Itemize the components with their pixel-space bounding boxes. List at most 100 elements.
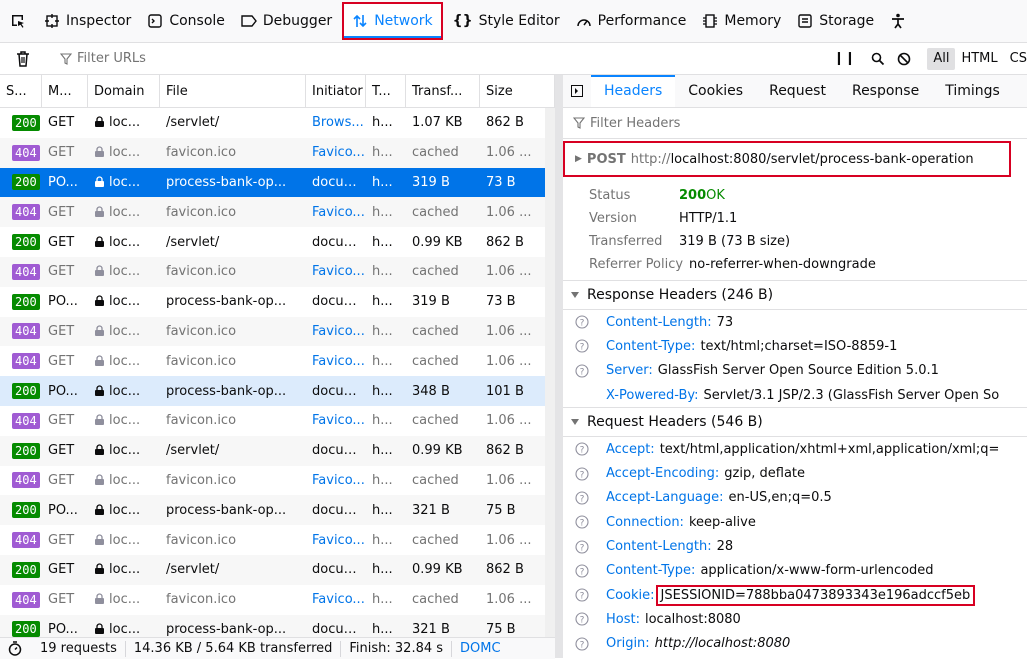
help-icon[interactable]: ? bbox=[575, 442, 589, 456]
filter-headers-input[interactable]: Filter Headers bbox=[563, 108, 1027, 139]
element-picker-button[interactable] bbox=[0, 0, 36, 42]
header-value: http://localhost:8080 bbox=[654, 636, 791, 652]
initiator-cell[interactable]: docum... bbox=[306, 503, 366, 518]
pause-icon[interactable]: ❙❙ bbox=[828, 48, 862, 70]
svg-text:?: ? bbox=[580, 640, 585, 650]
column-initiator[interactable]: Initiator bbox=[306, 75, 366, 107]
table-row[interactable]: 404 GET loc... favicon.ico Favico... h... cach… bbox=[0, 406, 555, 436]
block-icon[interactable] bbox=[891, 48, 917, 70]
tab-memory[interactable]: Memory bbox=[694, 0, 789, 42]
table-row[interactable]: 200 GET loc... /servlet/docum... h... 0.99 KB… bbox=[0, 227, 555, 257]
tab-style-editor[interactable]: {} Style Editor bbox=[445, 0, 568, 42]
lock-icon bbox=[94, 533, 109, 548]
size-cell: 1.06 ... bbox=[486, 413, 532, 429]
column-size[interactable]: Size bbox=[480, 75, 555, 107]
filter-type-css[interactable]: CS bbox=[1004, 48, 1027, 70]
tab-timings[interactable]: Timings bbox=[932, 75, 1013, 107]
initiator-cell[interactable]: Favico... bbox=[306, 205, 366, 220]
method-cell: GET bbox=[48, 234, 75, 250]
initiator-cell[interactable]: Favico... bbox=[306, 354, 366, 369]
tab-storage[interactable]: Storage bbox=[789, 0, 882, 42]
status-badge: 404 bbox=[0, 412, 42, 429]
column-file[interactable]: File bbox=[160, 75, 306, 107]
initiator-cell[interactable]: docum... bbox=[306, 622, 366, 637]
table-row[interactable]: 200 GET loc... /servlet/docum... h... 0.99 KB… bbox=[0, 554, 555, 585]
method-cell: PO... bbox=[48, 294, 78, 310]
table-row[interactable]: 200 PO... loc... process-bank-op... docum...… bbox=[0, 376, 555, 406]
filter-type-all[interactable]: All bbox=[927, 47, 956, 70]
panel-splitter[interactable] bbox=[555, 75, 563, 658]
divider bbox=[340, 640, 342, 657]
initiator-cell[interactable]: Favico... bbox=[306, 413, 366, 428]
table-row[interactable]: 404 GET loc... favicon.ico Favico... h... cach… bbox=[0, 137, 555, 168]
tab-performance[interactable]: Performance bbox=[568, 0, 695, 42]
help-icon[interactable]: ? bbox=[575, 612, 589, 626]
toggle-sidebar-icon[interactable] bbox=[563, 85, 591, 97]
help-icon[interactable]: ? bbox=[575, 467, 589, 481]
table-row[interactable]: 404 GET loc... favicon.ico Favico... h... cach… bbox=[0, 197, 555, 228]
tab-cookies[interactable]: Cookies bbox=[675, 75, 756, 107]
table-row[interactable]: 200 GET loc... /servlet/docum... h... 0.99 KB… bbox=[0, 435, 555, 466]
svg-text:?: ? bbox=[580, 494, 585, 504]
initiator-cell[interactable]: Brows... bbox=[306, 115, 366, 130]
table-row[interactable]: 404 GET loc... favicon.ico Favico... h... cach… bbox=[0, 256, 555, 287]
initiator-cell[interactable]: docum... bbox=[306, 443, 366, 458]
initiator-cell[interactable]: docum... bbox=[306, 294, 366, 309]
request-list-scrollbar[interactable] bbox=[545, 108, 555, 637]
status-badge: 404 bbox=[0, 353, 42, 370]
lock-icon bbox=[94, 324, 109, 339]
table-row[interactable]: 404 GET loc... favicon.ico Favico... h... cach… bbox=[0, 316, 555, 347]
search-icon[interactable] bbox=[865, 48, 891, 70]
column-status[interactable]: S... bbox=[0, 75, 42, 107]
initiator-cell[interactable]: Favico... bbox=[306, 592, 366, 607]
help-icon[interactable]: ? bbox=[575, 588, 589, 602]
initiator-cell[interactable]: Favico... bbox=[306, 324, 366, 339]
table-row[interactable]: 200 PO... loc... process-bank-op... docum...… bbox=[0, 167, 555, 198]
initiator-cell[interactable]: docum... bbox=[306, 235, 366, 250]
help-icon[interactable]: ? bbox=[575, 491, 589, 505]
help-icon[interactable]: ? bbox=[575, 364, 589, 378]
help-icon[interactable]: ? bbox=[575, 637, 589, 651]
table-row[interactable]: 200 PO... loc... process-bank-op... docum...… bbox=[0, 614, 555, 637]
filter-urls-input[interactable]: Filter URLs bbox=[60, 51, 146, 66]
help-icon[interactable]: ? bbox=[575, 539, 589, 554]
performance-analysis-icon[interactable] bbox=[8, 641, 22, 656]
initiator-cell[interactable]: docum... bbox=[306, 175, 366, 190]
tab-headers[interactable]: Headers bbox=[591, 75, 676, 107]
table-row[interactable]: 200 PO... loc... process-bank-op... docum...… bbox=[0, 287, 555, 317]
tab-accessibility[interactable] bbox=[882, 0, 920, 42]
tab-network[interactable]: Network bbox=[342, 2, 443, 40]
clear-button[interactable] bbox=[16, 50, 40, 67]
initiator-cell[interactable]: docum... bbox=[306, 562, 366, 577]
tab-request[interactable]: Request bbox=[756, 75, 839, 107]
tab-debugger[interactable]: Debugger bbox=[233, 0, 340, 42]
svg-text:?: ? bbox=[580, 367, 585, 377]
column-type[interactable]: T... bbox=[366, 75, 406, 107]
initiator-cell[interactable]: docum... bbox=[306, 384, 366, 399]
tab-console[interactable]: Console bbox=[139, 0, 233, 42]
table-row[interactable]: 404 GET loc... favicon.ico Favico... h... cach… bbox=[0, 466, 555, 496]
help-icon[interactable]: ? bbox=[575, 564, 589, 578]
tab-response[interactable]: Response bbox=[839, 75, 932, 107]
help-icon[interactable]: ? bbox=[575, 339, 589, 353]
request-headers-section[interactable]: Request Headers (546 B) bbox=[563, 408, 1027, 438]
help-icon[interactable]: ? bbox=[575, 315, 589, 329]
initiator-cell[interactable]: Favico... bbox=[306, 264, 366, 279]
help-icon[interactable]: ? bbox=[575, 515, 589, 529]
response-headers-section[interactable]: Response Headers (246 B) bbox=[563, 281, 1027, 310]
table-row[interactable]: 404 GET loc... favicon.ico Favico... h... cach… bbox=[0, 585, 555, 615]
table-row[interactable]: 200 PO... loc... process-bank-op... docum...… bbox=[0, 495, 555, 526]
initiator-cell[interactable]: Favico... bbox=[306, 473, 366, 488]
filter-type-html[interactable]: HTML bbox=[955, 48, 1003, 70]
column-transferred[interactable]: Transf... bbox=[406, 75, 480, 107]
file-cell: process-bank-op... bbox=[166, 294, 287, 310]
column-domain[interactable]: Domain bbox=[88, 75, 160, 107]
initiator-cell[interactable]: Favico... bbox=[306, 533, 366, 548]
tab-inspector[interactable]: Inspector bbox=[36, 0, 139, 42]
request-url-summary[interactable]: ▶ POST http:// localhost:8080/servlet/pr… bbox=[563, 141, 1011, 177]
table-row[interactable]: 200 GET loc... /servlet/Brows... h... 1.07 KB… bbox=[0, 108, 555, 138]
column-method[interactable]: M... bbox=[42, 75, 88, 107]
table-row[interactable]: 404 GET loc... favicon.ico Favico... h... cach… bbox=[0, 346, 555, 376]
initiator-cell[interactable]: Favico... bbox=[306, 145, 366, 160]
table-row[interactable]: 404 GET loc... favicon.ico Favico... h... cach… bbox=[0, 525, 555, 555]
